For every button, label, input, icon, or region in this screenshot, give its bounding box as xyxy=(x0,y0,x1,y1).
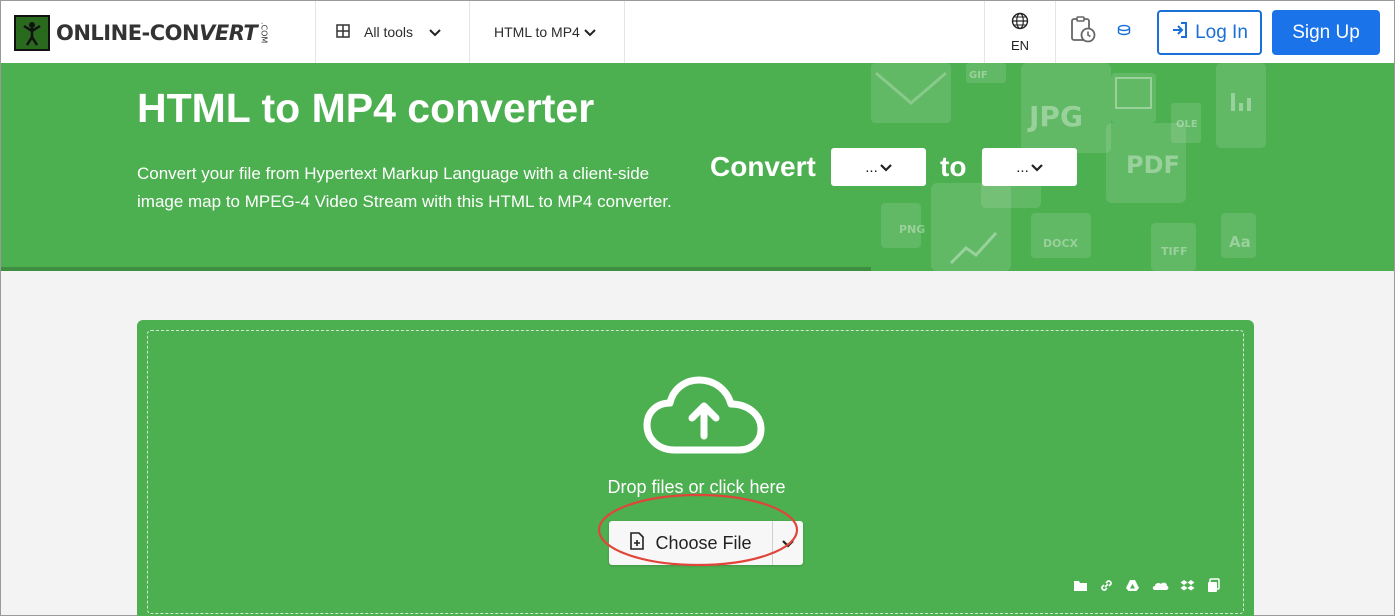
svg-text:PDF: PDF xyxy=(1126,151,1180,179)
svg-text:JPG: JPG xyxy=(1027,100,1083,133)
credits-button[interactable] xyxy=(1110,1,1138,63)
google-drive-icon[interactable] xyxy=(1125,578,1140,593)
grid-icon xyxy=(336,23,350,41)
svg-text:DOCX: DOCX xyxy=(1043,237,1079,250)
dropbox-icon[interactable] xyxy=(1180,578,1195,593)
hero-bottom-bar xyxy=(1,267,871,271)
chevron-down-icon xyxy=(584,25,596,40)
current-tool-menu[interactable]: HTML to MP4 xyxy=(494,1,596,63)
chevron-down-icon xyxy=(879,160,892,175)
target-format-value: ... xyxy=(1016,158,1029,176)
current-tool-label: HTML to MP4 xyxy=(494,24,580,40)
upload-sources xyxy=(1073,578,1221,593)
dropzone-border[interactable]: Drop files or click here Choose File xyxy=(147,330,1244,614)
svg-text:Aa: Aa xyxy=(1229,233,1251,251)
language-label: EN xyxy=(1010,37,1030,53)
nav-divider xyxy=(624,1,625,63)
link-icon[interactable] xyxy=(1099,578,1114,593)
sign-in-icon xyxy=(1171,21,1189,45)
to-label: to xyxy=(940,151,967,182)
target-format-select[interactable]: ... xyxy=(982,148,1077,186)
svg-text:OLE: OLE xyxy=(1176,119,1198,130)
page-title: HTML to MP4 converter xyxy=(137,85,595,131)
svg-text:TIFF: TIFF xyxy=(1161,245,1188,258)
chevron-down-icon xyxy=(1030,160,1043,175)
nav-divider xyxy=(315,1,316,63)
folder-icon[interactable] xyxy=(1073,578,1088,593)
clipboard-clock-icon xyxy=(1068,15,1098,50)
onedrive-icon[interactable] xyxy=(1151,578,1169,593)
top-navbar: ONLINE-CONVERT .COM All tools HTML to MP… xyxy=(1,1,1394,64)
copy-icon[interactable] xyxy=(1206,578,1221,593)
source-format-select[interactable]: ... xyxy=(831,148,926,186)
coins-icon xyxy=(1117,23,1131,41)
highlight-annotation-ellipse xyxy=(597,493,799,567)
login-label: Log In xyxy=(1195,21,1248,43)
history-button[interactable] xyxy=(1056,1,1110,63)
upload-dropzone[interactable]: Drop files or click here Choose File xyxy=(137,320,1254,616)
convert-label: Convert xyxy=(710,151,816,182)
all-tools-label: All tools xyxy=(364,24,414,40)
logo-mark-icon xyxy=(14,15,50,51)
chevron-down-icon xyxy=(429,25,441,40)
source-format-value: ... xyxy=(865,158,878,176)
logo-text: ONLINE-CONVERT xyxy=(56,21,258,45)
logo-dotcom: .COM xyxy=(259,22,269,44)
signup-label: Sign Up xyxy=(1292,21,1360,43)
login-button[interactable]: Log In xyxy=(1157,10,1262,55)
nav-divider xyxy=(469,1,470,63)
cloud-upload-icon xyxy=(643,376,767,461)
signup-button[interactable]: Sign Up xyxy=(1272,10,1380,55)
svg-text:GIF: GIF xyxy=(969,70,988,81)
svg-text:PNG: PNG xyxy=(899,223,925,236)
all-tools-menu[interactable]: All tools xyxy=(336,1,441,63)
page-description: Convert your file from Hypertext Markup … xyxy=(137,164,672,211)
globe-icon xyxy=(1011,12,1029,35)
hero-banner: JPG PDF PNG DOCX TIFF GIF OLE Aa HTML to… xyxy=(1,63,1394,271)
language-selector[interactable]: EN xyxy=(985,1,1055,63)
site-logo[interactable]: ONLINE-CONVERT .COM xyxy=(14,14,268,52)
